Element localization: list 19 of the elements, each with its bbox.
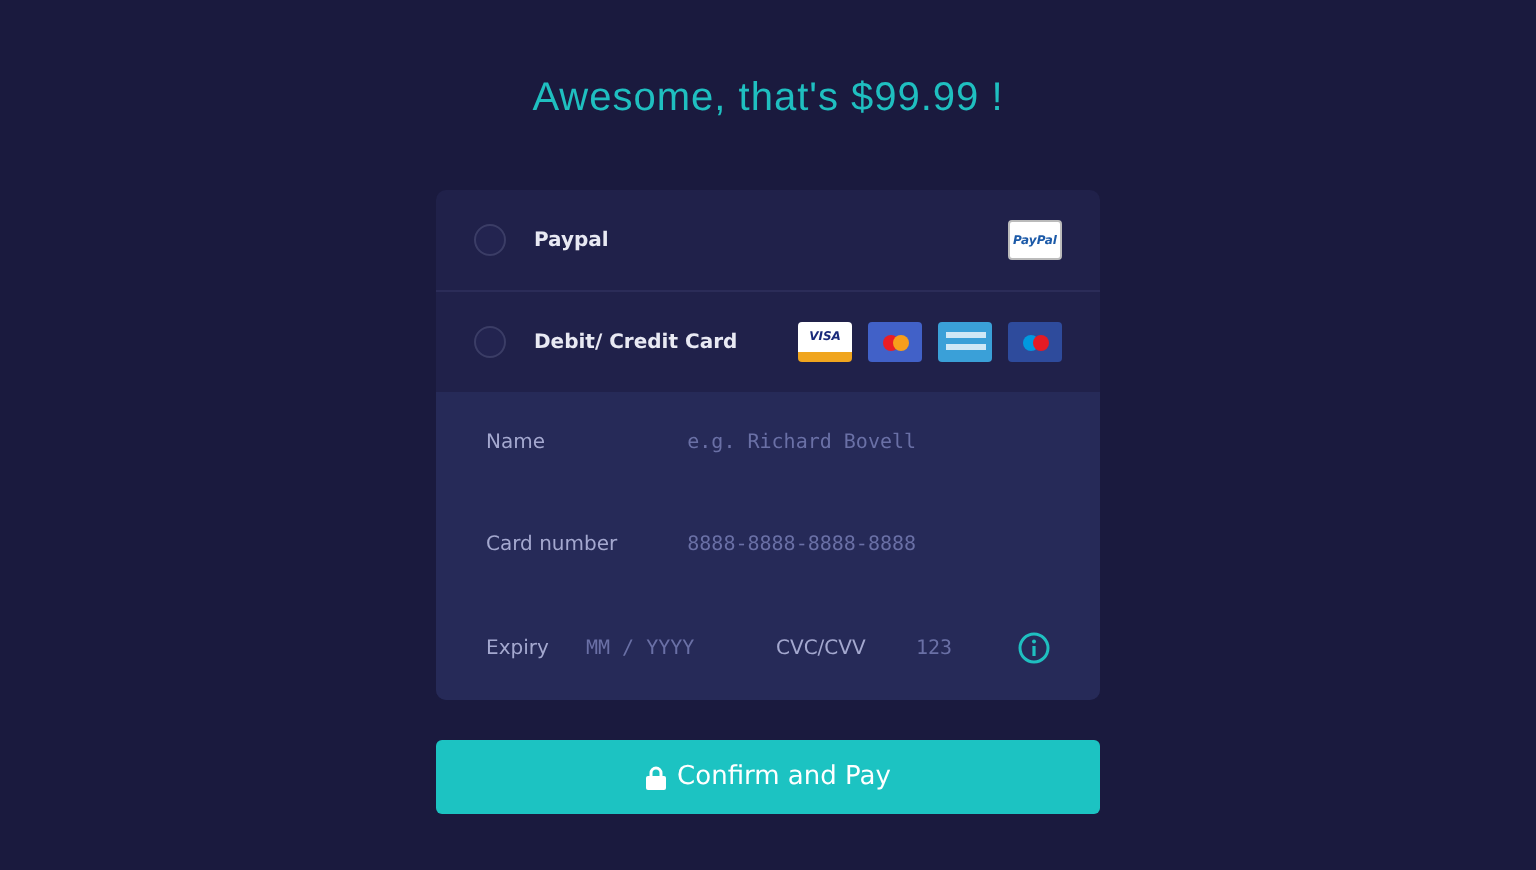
field-label: Name [486,432,548,455]
field-label: Card number [486,534,620,557]
method-label: Paypal [534,229,609,251]
input-field[interactable]: 8888-8888-8888-8888 [683,534,1050,557]
input-field[interactable]: MM / YYYY [582,637,776,660]
info-icon[interactable] [1018,632,1050,665]
field-label: CVC/CVV [776,637,868,660]
method-label: Debit/ Credit Card [534,331,738,353]
card-logo-icon [938,322,992,362]
radio-button[interactable] [474,326,506,358]
confirm-pay-button[interactable]: Confirm and Pay [436,740,1100,814]
card-logo-icon [868,322,922,362]
input-field[interactable]: e.g. Richard Bovell [683,432,1050,455]
radio-button[interactable] [474,224,506,256]
lock-icon [645,765,666,789]
field-label: Expiry [486,637,551,660]
input-field[interactable]: 123 [912,637,1000,660]
card-logo-icon [1008,322,1062,362]
page-title: Awesome, that's $99.99 ! [532,76,1004,124]
